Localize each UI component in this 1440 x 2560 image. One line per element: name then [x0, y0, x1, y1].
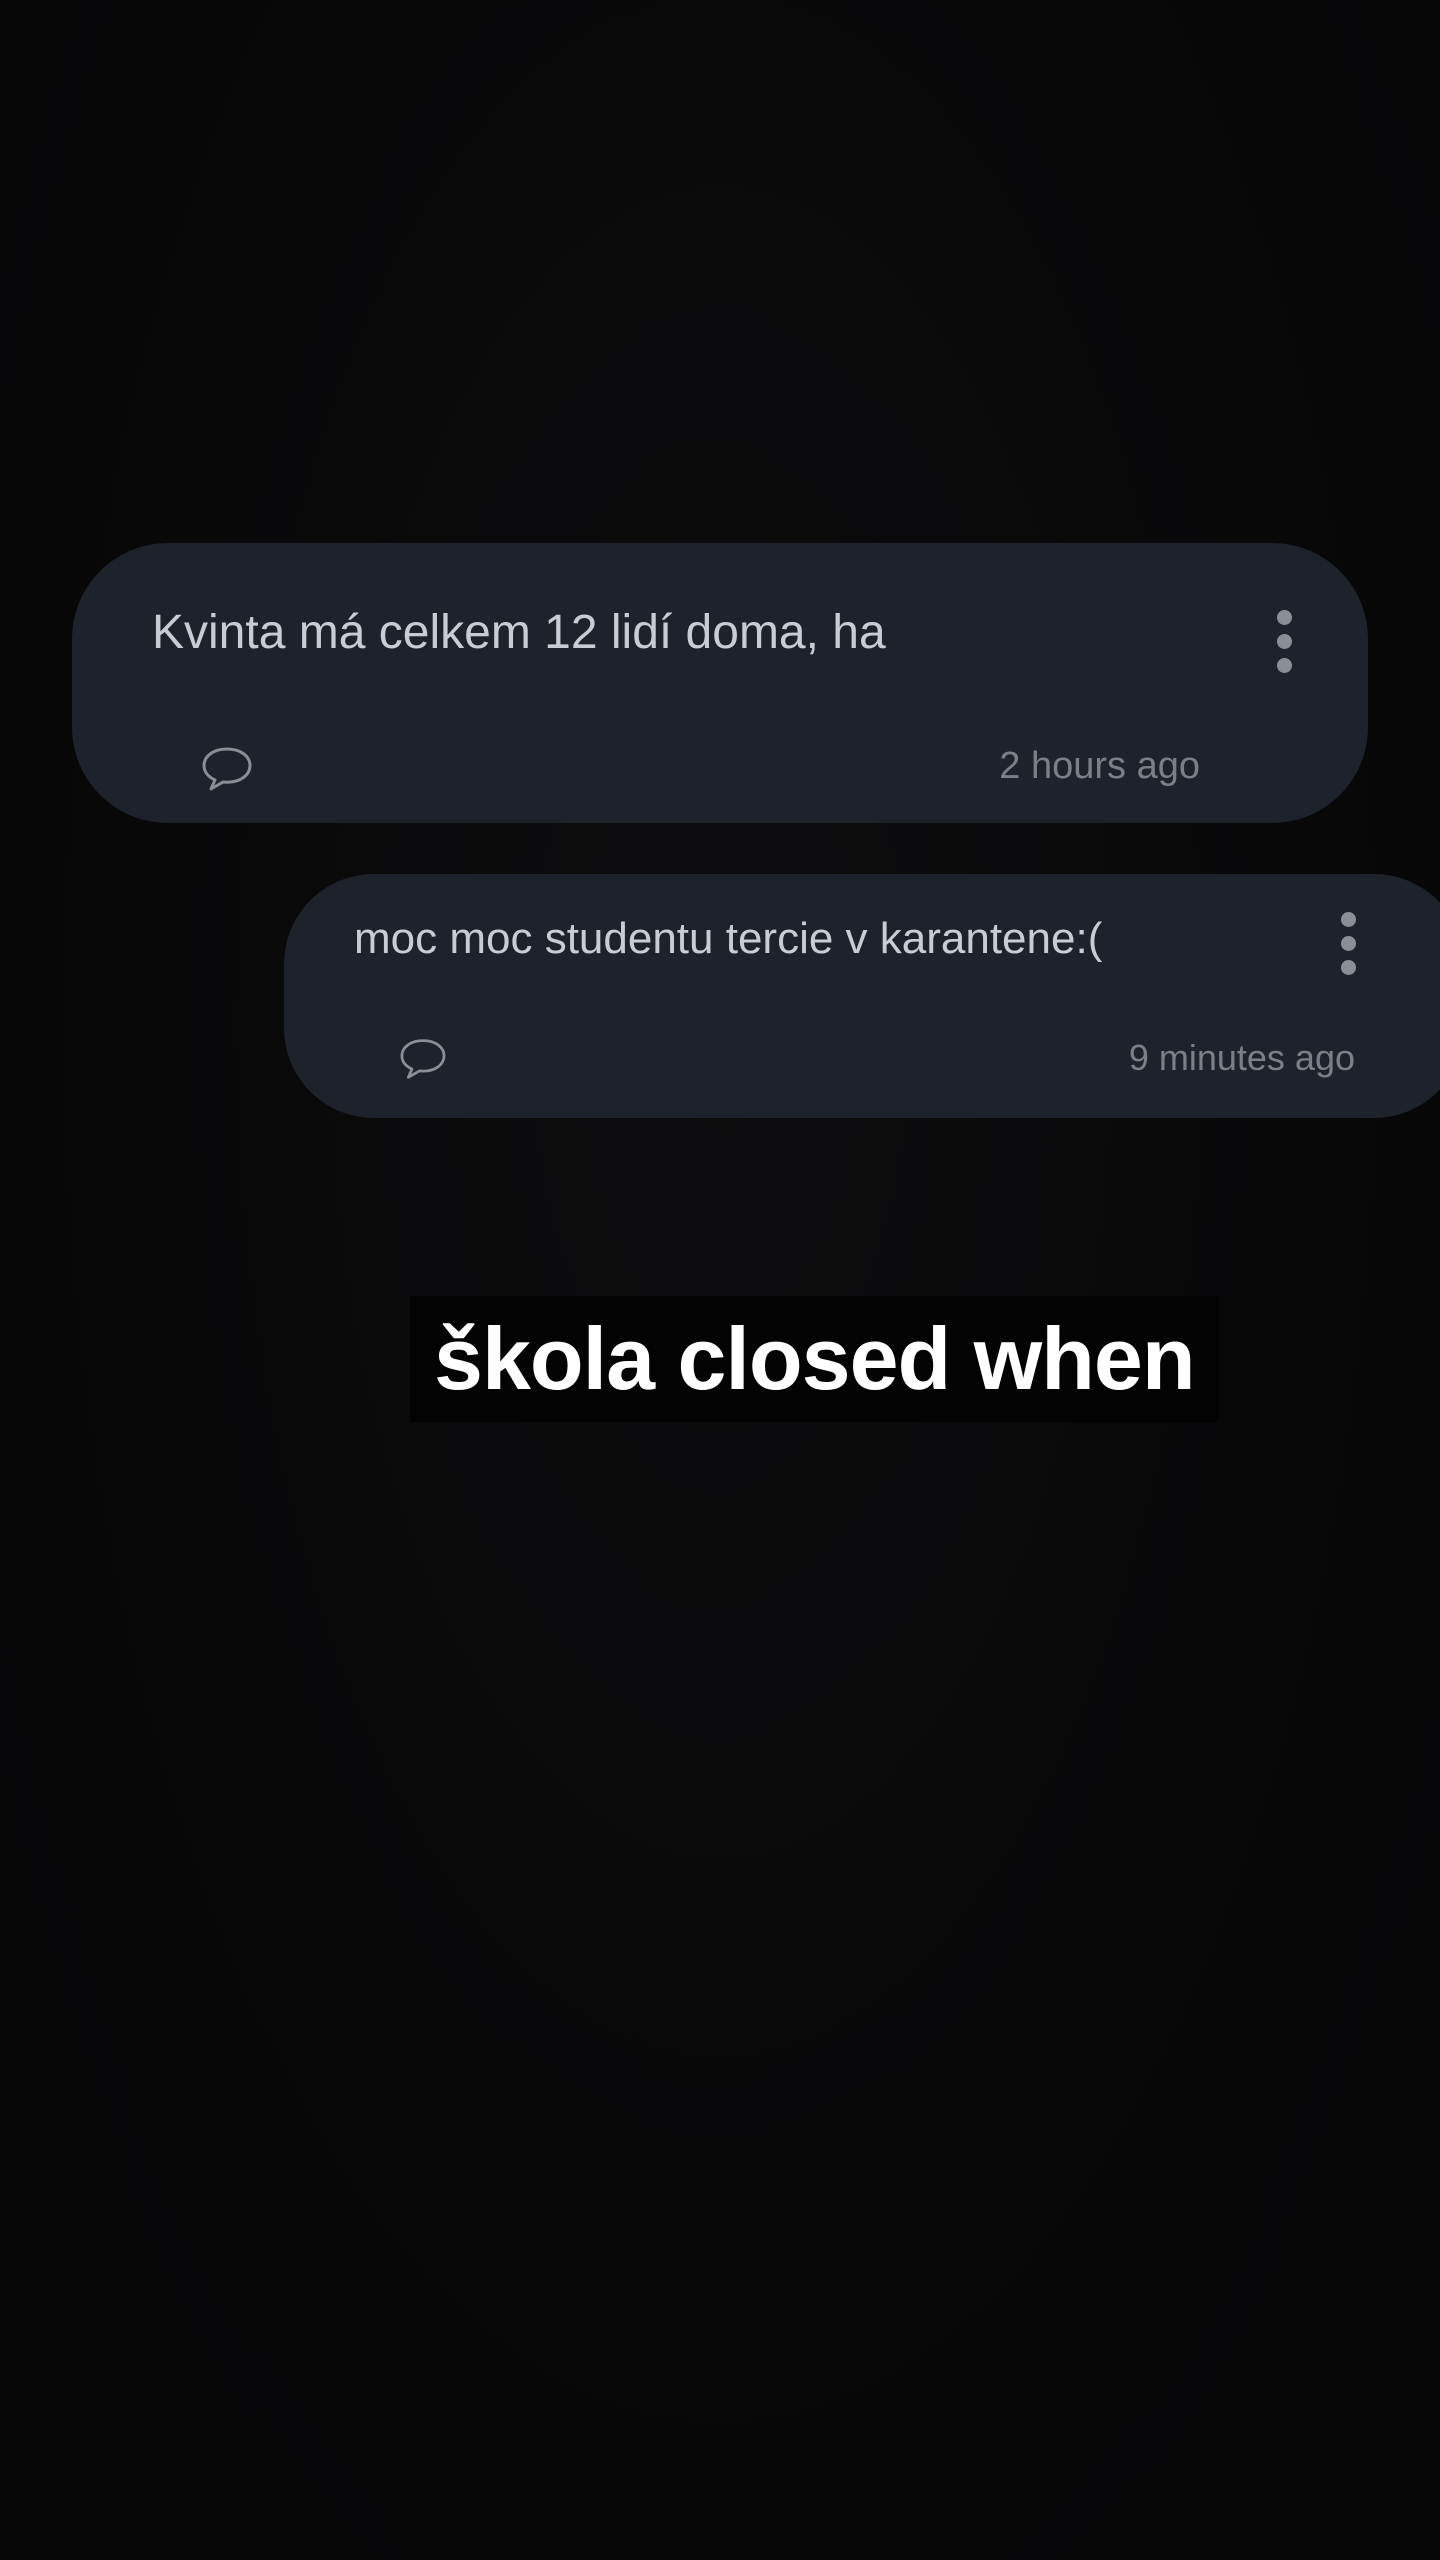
post-card[interactable]: Kvinta má celkem 12 lidí doma, ha 2 hour…: [72, 543, 1368, 823]
more-vertical-icon[interactable]: [1340, 912, 1356, 975]
post-timestamp: 2 hours ago: [999, 745, 1200, 787]
caption-overlay: škola closed when: [410, 1296, 1219, 1422]
caption-text: škola closed when: [434, 1309, 1196, 1408]
comment-icon[interactable]: [398, 1037, 448, 1081]
post-text: Kvinta má celkem 12 lidí doma, ha: [152, 606, 886, 659]
more-vertical-icon[interactable]: [1276, 610, 1292, 673]
background: [0, 0, 1440, 2560]
post-text: moc moc studentu tercie v karantene:(: [354, 914, 1103, 963]
comment-icon[interactable]: [200, 745, 254, 793]
post-card[interactable]: moc moc studentu tercie v karantene:( 9 …: [284, 874, 1440, 1118]
post-timestamp: 9 minutes ago: [1128, 1037, 1355, 1078]
